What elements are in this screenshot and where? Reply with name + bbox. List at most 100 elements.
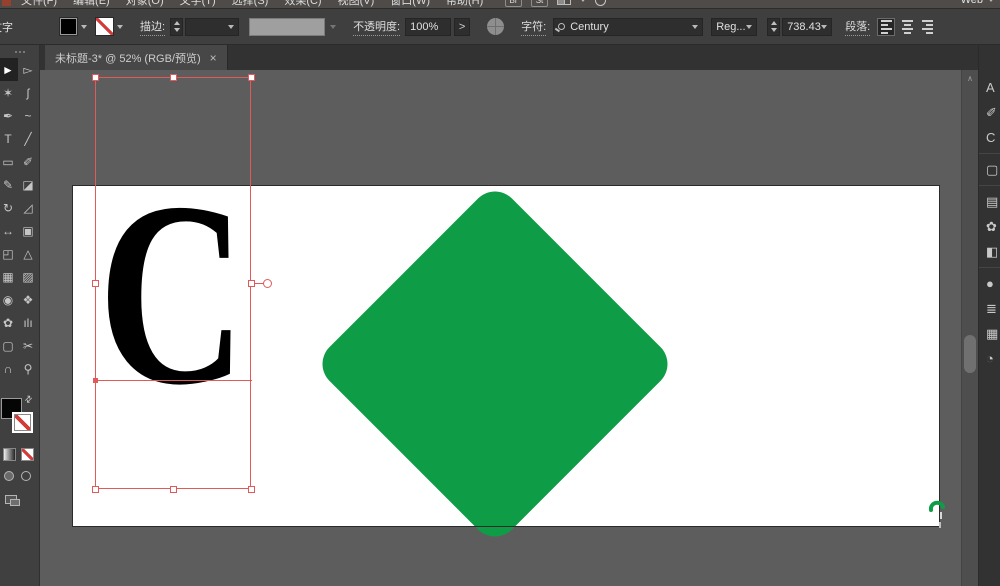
type-tool[interactable]: T: [0, 127, 18, 150]
appearance-panel[interactable]: A: [979, 75, 1000, 100]
menu-item[interactable]: 文件(F): [21, 0, 57, 8]
menu-item[interactable]: 帮助(H): [446, 0, 483, 8]
side-handle-circle[interactable]: [263, 279, 272, 288]
selection-handle-bottom-left[interactable]: [92, 486, 99, 493]
width-tool[interactable]: ↔: [0, 219, 18, 242]
symbols-panel[interactable]: ✿: [979, 214, 1000, 239]
chevron-down-icon: [330, 25, 336, 29]
font-size-stepper[interactable]: [767, 18, 780, 36]
stroke-label[interactable]: 描边:: [140, 18, 165, 36]
selection-handle-top-right[interactable]: [248, 74, 255, 81]
symbol-sprayer-tool[interactable]: ✿: [0, 311, 18, 334]
character-label[interactable]: 字符:: [521, 18, 546, 36]
pen-tool[interactable]: ✒: [0, 104, 18, 127]
menu-item[interactable]: 选择(S): [232, 0, 269, 8]
align-right-button[interactable]: [919, 18, 937, 36]
opacity-label[interactable]: 不透明度:: [353, 18, 400, 36]
selection-handle-mid-right[interactable]: [248, 280, 255, 287]
font-family-input[interactable]: Century: [553, 18, 703, 36]
shape-builder-tool[interactable]: ◰: [0, 242, 18, 265]
layers-panel[interactable]: ▦: [979, 321, 1000, 346]
swap-fill-stroke-icon[interactable]: ⇄: [22, 393, 35, 406]
rectangle-tool[interactable]: ▭: [0, 150, 18, 173]
graphic-styles-panel[interactable]: ◧: [979, 239, 1000, 264]
stroke-weight-stepper[interactable]: [170, 18, 183, 36]
align-panel[interactable]: ≣: [979, 296, 1000, 321]
pencil-tool[interactable]: ✎: [0, 173, 18, 196]
app-logo-icon[interactable]: [2, 0, 11, 6]
column-graph-tool[interactable]: ılı: [18, 311, 38, 334]
slice-tool[interactable]: ✂: [18, 334, 38, 357]
free-transform-tool[interactable]: ▣: [18, 219, 38, 242]
align-center-button[interactable]: [898, 18, 916, 36]
screen-mode-button[interactable]: [5, 495, 21, 507]
artboard-tool[interactable]: ▢: [0, 334, 18, 357]
color-panel[interactable]: C: [979, 125, 1000, 150]
hand-tool[interactable]: ∩: [0, 357, 18, 380]
share-icon[interactable]: [595, 0, 606, 6]
paintbrush-tool[interactable]: ✐: [18, 150, 38, 173]
document-tab[interactable]: 未标题-3* @ 52% (RGB/预览) ×: [45, 45, 228, 70]
menu-item[interactable]: 对象(O): [126, 0, 164, 8]
toolbar-grip[interactable]: [0, 45, 39, 58]
magic-wand-tool[interactable]: ✶: [0, 81, 18, 104]
collapse-panels-icon[interactable]: ∧: [962, 74, 978, 83]
draw-behind-button[interactable]: [21, 471, 31, 481]
fill-color-swatch[interactable]: [60, 18, 77, 35]
draw-normal-button[interactable]: [4, 471, 14, 481]
selection-tool[interactable]: ►: [0, 58, 18, 81]
mesh-tool[interactable]: ▦: [0, 265, 18, 288]
swatches-panel[interactable]: ▤: [979, 189, 1000, 214]
rotate-tool[interactable]: ↻: [0, 196, 18, 219]
menu-item[interactable]: 视图(V): [338, 0, 375, 8]
selection-handle-mid-left[interactable]: [92, 280, 99, 287]
eraser-tool[interactable]: ◪: [18, 173, 38, 196]
stroke-weight-dropdown[interactable]: [185, 18, 239, 36]
menu-item[interactable]: 窗口(W): [390, 0, 430, 8]
brushes-panel[interactable]: ✐: [979, 100, 1000, 125]
scale-tool[interactable]: ◿: [18, 196, 38, 219]
vertical-scrollbar[interactable]: ∧: [961, 70, 978, 586]
paragraph-label[interactable]: 段落:: [845, 18, 870, 36]
selection-handle-bottom-right[interactable]: [248, 486, 255, 493]
artboards-panel[interactable]: ▢: [979, 157, 1000, 182]
selection-handle-top-left[interactable]: [92, 74, 99, 81]
menu-item[interactable]: 编辑(E): [73, 0, 110, 8]
tab-close-icon[interactable]: ×: [210, 52, 217, 64]
workspace-switcher[interactable]: Web: [961, 0, 994, 8]
perspective-grid-tool[interactable]: △: [18, 242, 38, 265]
chevron-down-icon[interactable]: [81, 25, 87, 29]
scrollbar-thumb[interactable]: [964, 335, 976, 373]
gradient-button[interactable]: [3, 448, 16, 461]
opacity-options-button[interactable]: >: [454, 18, 470, 36]
stroke-swatch[interactable]: [12, 412, 33, 433]
recolor-artwork-icon[interactable]: [487, 18, 504, 35]
line-segment-tool[interactable]: ╱: [18, 127, 38, 150]
lasso-tool[interactable]: ʃ: [18, 81, 38, 104]
libraries-panel[interactable]: ◔: [979, 346, 1000, 371]
arrange-documents-icon[interactable]: [557, 0, 571, 5]
menu-item[interactable]: 效果(C): [284, 0, 321, 8]
bridge-button[interactable]: Br: [505, 0, 522, 7]
width-profile-dropdown[interactable]: [249, 18, 325, 36]
stock-button[interactable]: St: [531, 0, 548, 7]
selection-handle-top-center[interactable]: [170, 74, 177, 81]
chevron-down-icon[interactable]: [117, 25, 123, 29]
curvature-tool[interactable]: ~: [18, 104, 38, 127]
menu-item[interactable]: 文字(T): [180, 0, 216, 8]
gradient-tool[interactable]: ▨: [18, 265, 38, 288]
direct-selection-tool[interactable]: ▻: [18, 58, 38, 81]
zoom-tool[interactable]: ⚲: [18, 357, 38, 380]
none-button[interactable]: [21, 448, 34, 461]
canvas[interactable]: C: [40, 70, 978, 586]
stroke-panel[interactable]: ●: [979, 271, 1000, 296]
opacity-input[interactable]: 100%: [405, 18, 451, 36]
baseline-anchor-point[interactable]: [93, 378, 98, 383]
font-style-dropdown[interactable]: Reg...: [711, 18, 757, 36]
font-size-input[interactable]: 738.43: [782, 18, 832, 36]
blend-tool[interactable]: ❖: [18, 288, 38, 311]
eyedropper-tool[interactable]: ◉: [0, 288, 18, 311]
selection-handle-bottom-center[interactable]: [170, 486, 177, 493]
stroke-color-swatch[interactable]: [96, 18, 113, 35]
align-left-button[interactable]: [877, 18, 895, 36]
